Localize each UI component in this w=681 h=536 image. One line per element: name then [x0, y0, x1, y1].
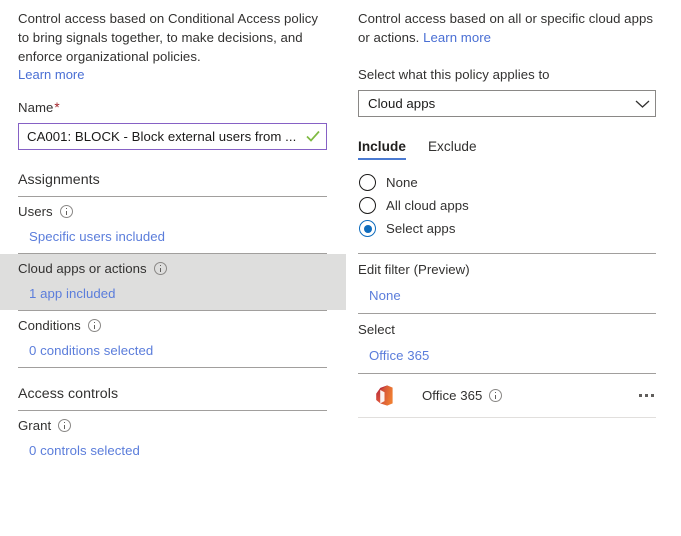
app-name-text: Office 365 [422, 388, 483, 404]
policy-applies-dropdown[interactable]: Cloud apps [358, 90, 656, 118]
policy-applies-dropdown-value: Cloud apps [368, 96, 436, 112]
radio-button[interactable] [359, 174, 376, 192]
assignment-row-cloud-apps[interactable]: Cloud apps or actions 1 app included [0, 253, 346, 310]
radio-button[interactable] [359, 197, 376, 215]
app-name: Office 365 [396, 388, 503, 404]
name-label-text: Name [18, 99, 54, 115]
right-intro-block: Control access based on all or specific … [346, 9, 681, 47]
chevron-down-icon [629, 99, 655, 109]
tab-include[interactable]: Include [358, 139, 406, 161]
name-field-group: Name* CA001: BLOCK - Block external user… [0, 82, 346, 150]
tab-exclude[interactable]: Exclude [428, 139, 477, 160]
assignment-row-title: Grant [18, 418, 328, 434]
assignment-row-value[interactable]: Specific users included [18, 220, 328, 245]
access-controls-heading: Access controls [0, 368, 346, 410]
assignment-row-conditions[interactable]: Conditions 0 conditions selected [0, 311, 346, 367]
assignment-title-text: Users [18, 203, 53, 219]
tab-include-label: Include [358, 139, 406, 155]
cloud-apps-panel: Control access based on all or specific … [346, 0, 681, 536]
policy-applies-group: Select what this policy applies to Cloud… [346, 47, 681, 118]
ellipsis-icon[interactable] [639, 394, 656, 398]
assignment-row-value[interactable]: 0 controls selected [18, 434, 328, 459]
radio-label: Select apps [386, 221, 456, 237]
ellipsis-dot [639, 394, 642, 398]
radio-option-none[interactable]: None [359, 171, 681, 194]
assignment-row-title: Conditions [18, 318, 328, 334]
name-input-value: CA001: BLOCK - Block external users from… [27, 128, 297, 144]
office-365-icon [373, 384, 396, 407]
assignment-row-title: Users [18, 204, 328, 220]
assignment-row-value[interactable]: 1 app included [18, 277, 328, 302]
info-icon[interactable] [59, 205, 73, 219]
policy-details-panel: Control access based on Conditional Acce… [0, 0, 346, 536]
assignments-heading-text: Assignments [18, 171, 100, 188]
radio-label: None [386, 175, 418, 191]
ellipsis-dot [645, 394, 648, 398]
include-exclude-tabs: Include Exclude [346, 139, 681, 161]
app-list-item-office-365[interactable]: Office 365 [346, 374, 681, 417]
left-intro-block: Control access based on Conditional Acce… [0, 9, 346, 82]
assignment-title-text: Conditions [18, 317, 81, 333]
edit-filter-section: Edit filter (Preview) None [346, 254, 681, 313]
assignment-title-text: Grant [18, 417, 52, 433]
right-intro-text: Control access based on all or specific … [358, 9, 656, 47]
radio-option-select-apps[interactable]: Select apps [359, 217, 681, 240]
assignment-row-title: Cloud apps or actions [18, 261, 328, 277]
select-apps-label: Select [358, 322, 395, 338]
conditional-access-policy-screen: Control access based on Conditional Acce… [0, 0, 681, 536]
assignments-heading: Assignments [0, 150, 346, 196]
left-learn-more-link[interactable]: Learn more [18, 67, 84, 82]
assignment-row-users[interactable]: Users Specific users included [0, 197, 346, 253]
right-learn-more-link[interactable]: Learn more [423, 30, 491, 45]
right-intro-sentence: Control access based on all or specific … [358, 11, 653, 46]
left-intro-text: Control access based on Conditional Acce… [18, 11, 319, 65]
select-apps-value[interactable]: Office 365 [358, 338, 656, 373]
divider [358, 417, 656, 419]
info-icon[interactable] [153, 262, 167, 276]
name-input[interactable]: CA001: BLOCK - Block external users from… [18, 122, 327, 150]
name-field-label: Name* [18, 99, 327, 116]
info-icon[interactable] [58, 419, 72, 433]
required-asterisk: * [54, 99, 60, 115]
edit-filter-label: Edit filter (Preview) [358, 262, 470, 278]
tab-exclude-label: Exclude [427, 139, 477, 155]
assignment-row-grant[interactable]: Grant 0 controls selected [0, 411, 346, 467]
assignment-title-text: Cloud apps or actions [18, 260, 147, 276]
app-scope-radio-group: None All cloud apps Select apps [346, 160, 681, 240]
info-icon[interactable] [489, 389, 503, 403]
assignment-row-value[interactable]: 0 conditions selected [18, 334, 328, 359]
ellipsis-dot [651, 394, 654, 398]
policy-applies-label: Select what this policy applies to [358, 67, 550, 83]
radio-option-all-cloud-apps[interactable]: All cloud apps [359, 194, 681, 217]
checkmark-icon [303, 126, 323, 146]
access-controls-heading-text: Access controls [18, 385, 119, 402]
info-icon[interactable] [87, 319, 101, 333]
edit-filter-value[interactable]: None [358, 278, 656, 313]
select-apps-section: Select Office 365 [346, 314, 681, 373]
radio-button[interactable] [359, 220, 376, 238]
radio-label: All cloud apps [386, 198, 469, 214]
